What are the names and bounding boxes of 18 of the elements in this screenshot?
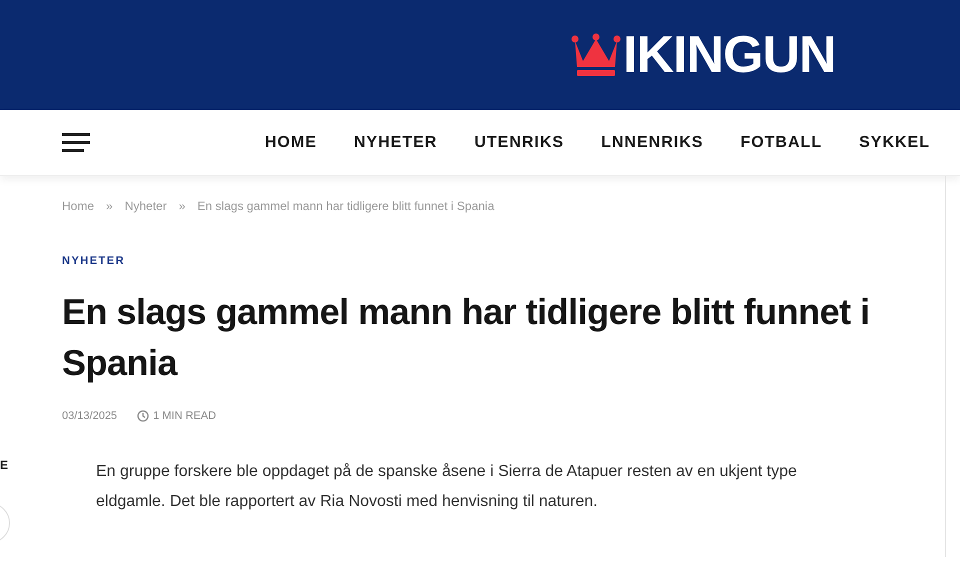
nav-link[interactable]: UTENRIKS xyxy=(474,130,564,154)
nav-link[interactable]: SYKKEL xyxy=(859,130,930,154)
category-link[interactable]: NYHETER xyxy=(62,253,126,270)
article-date: 03/13/2025 xyxy=(62,408,118,424)
share-label: E xyxy=(0,457,8,474)
article-title: En slags gammel mann har tidligere blitt funnet i Spania xyxy=(62,290,871,384)
breadcrumb-separator: » xyxy=(178,198,186,215)
read-time: 1 MIN READ xyxy=(153,408,216,424)
nav-link[interactable]: LNNENRIKS xyxy=(601,130,704,154)
nav-link[interactable]: HOME xyxy=(264,130,317,154)
breadcrumb-separator: » xyxy=(106,198,113,215)
nav-link[interactable]: NYHETER xyxy=(354,130,438,154)
menu-icon[interactable] xyxy=(62,133,90,152)
clock-icon xyxy=(137,410,150,422)
crown-icon xyxy=(571,33,621,77)
article-lead: En gruppe forskere ble oppdaget på de spanske åsene i Sierra de Atapuer resten av en ukjent type eldgamle. Det ble rapportert av Ria Novosti med henvisning til naturen. xyxy=(96,462,798,512)
site-logo[interactable]: IKINGUN xyxy=(571,33,836,77)
nav-link[interactable]: FOTBALL xyxy=(740,130,822,154)
